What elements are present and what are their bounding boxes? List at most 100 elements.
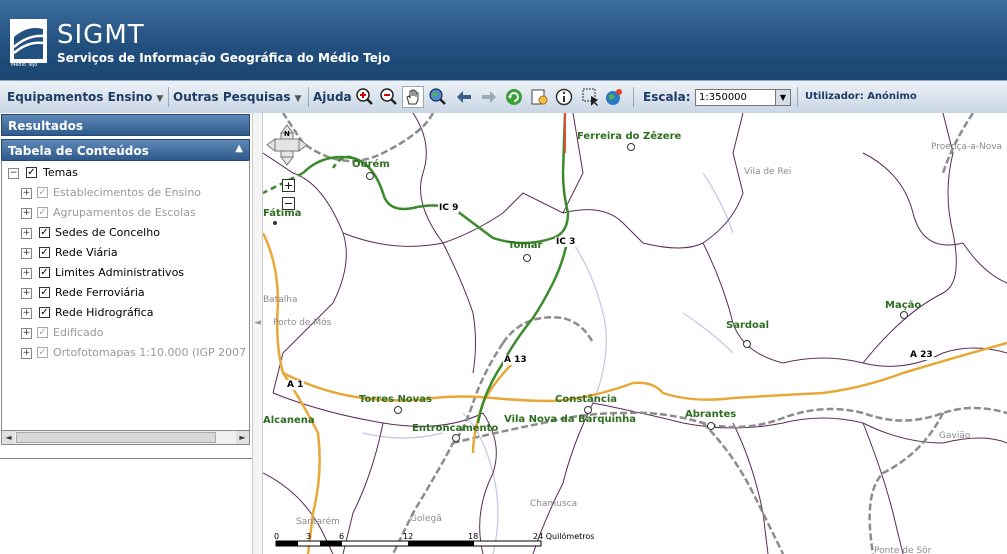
contents-title: Tabela de Conteúdos: [8, 144, 149, 158]
toolbar-separator: [168, 87, 169, 107]
road-label: IC 3: [555, 237, 577, 247]
scalebar-tick: 24 Quilómetros: [533, 532, 595, 541]
expand-icon[interactable]: +: [21, 248, 32, 259]
logo-caption: Médio Tejo: [11, 62, 38, 68]
user-label: Utilizador: Anónimo: [805, 91, 917, 102]
print-icon[interactable]: [528, 86, 550, 108]
menu-label: Outras Pesquisas: [173, 90, 291, 104]
map-canvas[interactable]: N + − Ferreira do Zêzere Ourém Fátima To…: [263, 113, 1007, 554]
layer-checkbox[interactable]: ✓: [39, 247, 50, 258]
place-label: Vila Nova da Barquinha: [504, 414, 637, 425]
app-subtitle: Serviços de Informação Geográfica do Méd…: [57, 51, 391, 65]
scalebar-tick: 18: [468, 532, 479, 541]
place-label-gray: Chamusca: [530, 499, 578, 509]
forward-arrow-icon[interactable]: [478, 86, 500, 108]
road-label: A 13: [503, 355, 528, 365]
zoom-in-icon[interactable]: [354, 86, 376, 108]
place-label-gray: Golegã: [410, 514, 442, 524]
menu-equipamentos-ensino[interactable]: Equipamentos Ensino ▼: [7, 90, 163, 104]
menu-ajuda[interactable]: Ajuda: [313, 90, 352, 104]
map-zoom-in-button[interactable]: +: [282, 179, 295, 192]
road-label: A 1: [286, 380, 305, 390]
layer-label: Sedes de Concelho: [55, 226, 160, 239]
railways: [281, 113, 1007, 554]
layer-checkbox[interactable]: ✓: [39, 227, 50, 238]
place-label: Tomar: [508, 240, 543, 251]
expand-icon[interactable]: +: [21, 268, 32, 279]
panel-splitter[interactable]: ◄: [252, 113, 263, 554]
expand-icon[interactable]: +: [21, 188, 32, 199]
place-label: Ourém: [352, 159, 390, 170]
layer-checkbox[interactable]: ✓: [26, 167, 37, 178]
expand-icon[interactable]: +: [21, 348, 32, 359]
expand-icon[interactable]: +: [21, 288, 32, 299]
scroll-thumb[interactable]: [16, 432, 216, 443]
layer-checkbox[interactable]: ✓: [39, 307, 50, 318]
layer-label: Ortofotomapas 1:10.000 (IGP 2007: [53, 346, 247, 359]
layer-checkbox[interactable]: ✓: [39, 287, 50, 298]
collapse-arrow-icon[interactable]: ◄: [254, 318, 261, 328]
place-label-gray: Porto de Mós: [273, 318, 332, 328]
menu-label: Equipamentos Ensino: [7, 90, 153, 104]
info-icon[interactable]: [553, 86, 575, 108]
zoom-out-icon[interactable]: [378, 86, 400, 108]
pan-hand-icon[interactable]: [402, 86, 424, 108]
layer-checkbox[interactable]: ✓: [37, 327, 48, 338]
scalebar-tick: 0: [274, 532, 280, 541]
layer-checkbox[interactable]: ✓: [39, 267, 50, 278]
zoom-extent-icon[interactable]: [427, 86, 449, 108]
place-label: Mação: [885, 300, 922, 311]
menu-outras-pesquisas[interactable]: Outras Pesquisas ▼: [173, 90, 301, 104]
collapse-tree-icon[interactable]: −: [8, 168, 19, 179]
back-arrow-icon[interactable]: [453, 86, 475, 108]
place-label: Ferreira do Zêzere: [577, 131, 682, 142]
scale-value: 1:350000: [699, 92, 747, 103]
toolbar: Equipamentos Ensino ▼ Outras Pesquisas ▼ A…: [0, 80, 1007, 114]
results-title: Resultados: [8, 119, 83, 133]
place-label: Torres Novas: [359, 394, 432, 405]
select-icon[interactable]: [580, 86, 602, 108]
expand-icon[interactable]: +: [21, 228, 32, 239]
toolbar-separator: [797, 87, 798, 107]
expand-icon[interactable]: +: [21, 208, 32, 219]
layer-label: Rede Viária: [55, 246, 118, 259]
app-title: SIGMT: [57, 20, 145, 50]
collapse-icon[interactable]: ▲: [235, 143, 243, 154]
tree-root-label: Temas: [43, 166, 78, 179]
globe-icon[interactable]: [603, 86, 625, 108]
scalebar: [275, 540, 542, 547]
layer-checkbox[interactable]: ✓: [37, 187, 48, 198]
boundaries: [263, 113, 1007, 554]
place-label: Alcanena: [263, 415, 315, 426]
layer-checkbox[interactable]: ✓: [37, 347, 48, 358]
rivers: [362, 172, 734, 554]
place-label-gray: Santarém: [296, 517, 340, 527]
place-label-gray: Ponte de Sôr: [874, 546, 932, 554]
place-label: Abrantes: [685, 409, 737, 420]
expand-icon[interactable]: +: [21, 328, 32, 339]
scalebar-tick: 6: [339, 532, 345, 541]
layer-label: Rede Ferroviária: [55, 286, 145, 299]
chevron-down-icon: ▼: [294, 94, 302, 104]
scroll-left-icon[interactable]: ◄: [2, 431, 15, 444]
refresh-icon[interactable]: [503, 86, 525, 108]
scale-select[interactable]: 1:350000 ▼: [695, 89, 791, 106]
results-header[interactable]: Resultados: [1, 114, 250, 136]
layer-checkbox[interactable]: ✓: [37, 207, 48, 218]
app-header: SIGMT Serviços de Informação Geográfica …: [0, 0, 1007, 80]
contents-header[interactable]: Tabela de Conteúdos ▲: [1, 139, 250, 161]
place-label-gray: Proença-a-Nova: [931, 142, 1003, 152]
pan-control[interactable]: N: [266, 124, 308, 166]
scroll-right-icon[interactable]: ►: [236, 431, 249, 444]
chevron-down-icon[interactable]: ▼: [775, 90, 790, 105]
horizontal-scrollbar[interactable]: ◄ ►: [1, 430, 250, 445]
expand-icon[interactable]: +: [21, 308, 32, 319]
panel-bottom-border: [0, 458, 252, 459]
toolbar-separator: [633, 87, 634, 107]
place-label: Entroncamento: [412, 423, 499, 434]
chevron-down-icon: ▼: [156, 94, 164, 104]
sigmt-logo-icon: [10, 19, 47, 63]
place-label-gray: Gavião: [939, 431, 971, 441]
layer-label: Limites Administrativos: [55, 266, 185, 279]
map-layers: N: [263, 113, 1007, 554]
